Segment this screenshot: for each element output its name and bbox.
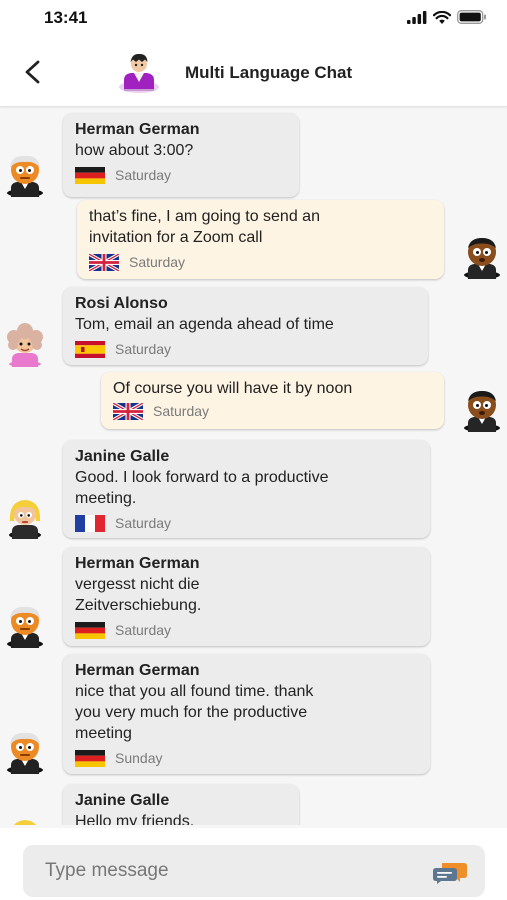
message-day: Sunday bbox=[115, 750, 163, 766]
tom-avatar bbox=[464, 238, 500, 279]
message-text: that’s fine, I am going to send an invit… bbox=[89, 208, 320, 246]
message-bubble-outgoing[interactable]: Of course you will have it by noon Satur… bbox=[101, 372, 444, 429]
janine-avatar bbox=[13, 820, 37, 825]
german-flag-icon bbox=[75, 749, 105, 767]
message-text: Good. I look forward to a productive mee… bbox=[75, 469, 329, 507]
back-arrow-icon[interactable] bbox=[20, 58, 46, 86]
message-bubble[interactable]: Rosi Alonso Tom, email an agenda ahead o… bbox=[63, 287, 428, 365]
message-bubble[interactable]: Herman German vergesst nicht die Zeitver… bbox=[63, 547, 430, 646]
message-meta: Saturday bbox=[75, 165, 287, 185]
message-sender: Herman German bbox=[75, 121, 200, 138]
message-text: vergesst nicht die Zeitverschiebung. bbox=[75, 576, 202, 614]
message-text: Of course you will have it by noon bbox=[113, 380, 353, 397]
herman-avatar bbox=[7, 732, 43, 774]
message-day: Saturday bbox=[115, 622, 172, 638]
message-sender: Herman German bbox=[75, 555, 200, 572]
message-text: nice that you all found time. thank you … bbox=[75, 683, 314, 742]
message-text: how about 3:00? bbox=[75, 142, 194, 159]
message-meta: Saturday bbox=[89, 252, 432, 272]
send-message-icon[interactable] bbox=[432, 861, 468, 885]
chat-group-avatar bbox=[119, 53, 159, 93]
herman-avatar bbox=[7, 606, 43, 648]
message-day: Saturday bbox=[115, 515, 172, 531]
message-bubble[interactable]: Herman German how about 3:00? Saturday bbox=[63, 113, 299, 197]
battery-icon bbox=[457, 10, 486, 24]
german-flag-icon bbox=[75, 166, 105, 184]
french-flag-icon bbox=[75, 514, 105, 532]
uk-flag-icon bbox=[89, 253, 119, 271]
janine-avatar bbox=[9, 500, 41, 539]
message-day: Saturday bbox=[115, 341, 172, 357]
message-bubble[interactable]: Herman German nice that you all found ti… bbox=[63, 654, 430, 774]
message-text: Tom, email an agenda ahead of time bbox=[75, 316, 334, 333]
message-sender: Janine Galle bbox=[75, 792, 170, 809]
status-icons bbox=[407, 10, 487, 24]
message-meta: Saturday bbox=[75, 339, 416, 359]
message-meta: Saturday bbox=[75, 620, 418, 640]
message-text: Hello my friends. bbox=[75, 813, 195, 825]
chat-title: Multi Language Chat bbox=[185, 63, 353, 82]
status-time: 13:41 bbox=[44, 8, 88, 27]
message-meta: Sunday bbox=[75, 748, 418, 768]
message-sender: Janine Galle bbox=[75, 448, 170, 465]
message-sender: Herman German bbox=[75, 662, 200, 679]
spanish-flag-icon bbox=[75, 340, 105, 358]
uk-flag-icon bbox=[113, 402, 143, 420]
message-bubble-outgoing[interactable]: that’s fine, I am going to send an invit… bbox=[77, 200, 444, 279]
cellular-signal-icon bbox=[407, 10, 427, 24]
status-bar: 13:41 bbox=[0, 0, 507, 36]
message-bubble[interactable]: Janine Galle Good. I look forward to a p… bbox=[63, 440, 430, 538]
message-meta: Saturday bbox=[75, 513, 418, 533]
chat-header: Multi Language Chat bbox=[0, 36, 507, 107]
message-bubble[interactable]: Janine Galle Hello my friends. bbox=[63, 784, 299, 825]
tom-avatar bbox=[464, 391, 500, 432]
herman-avatar bbox=[7, 155, 43, 197]
rosi-avatar bbox=[7, 323, 43, 367]
message-input[interactable] bbox=[23, 845, 485, 897]
wifi-icon bbox=[433, 10, 451, 24]
message-meta: Saturday bbox=[113, 401, 432, 421]
message-day: Saturday bbox=[153, 403, 210, 419]
message-day: Saturday bbox=[129, 254, 186, 270]
message-list[interactable]: Herman German how about 3:00? Saturday t… bbox=[0, 107, 507, 825]
german-flag-icon bbox=[75, 621, 105, 639]
message-sender: Rosi Alonso bbox=[75, 295, 168, 312]
composer-bar bbox=[0, 828, 507, 900]
message-day: Saturday bbox=[115, 167, 172, 183]
